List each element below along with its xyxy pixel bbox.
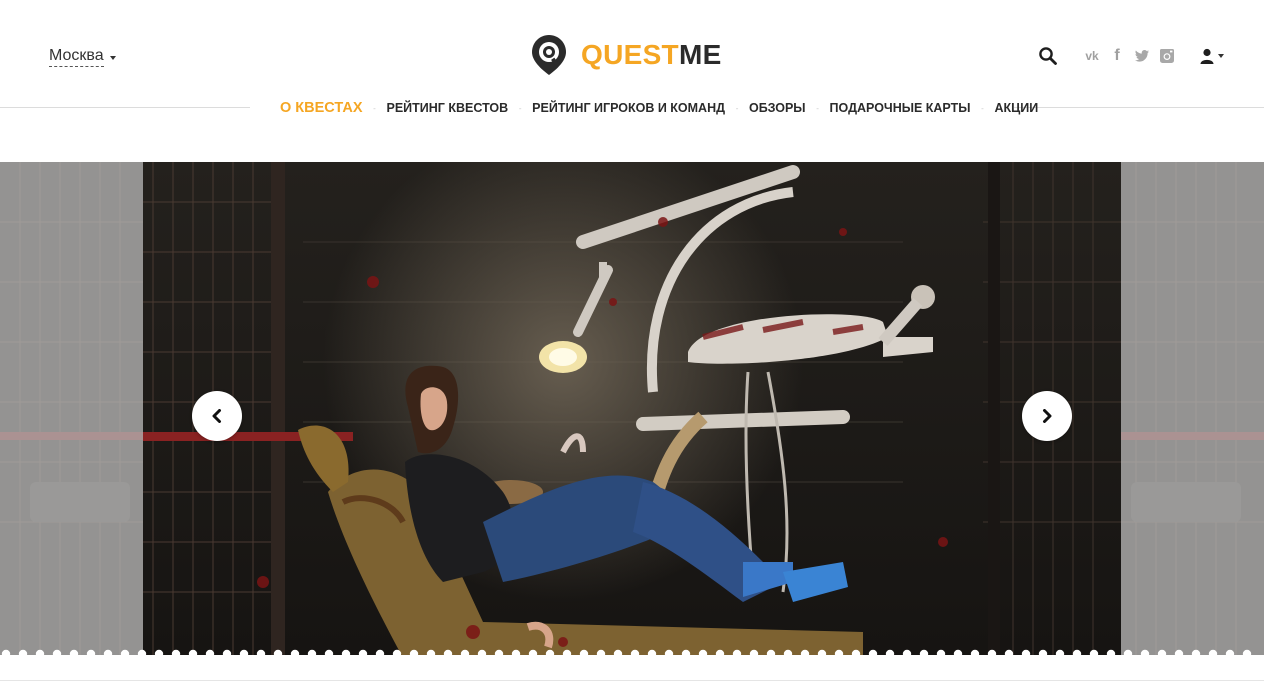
site-header: Москва QUESTME vk f О КВЕСТАХ - РЕЙТИНГ … [0,0,1264,162]
city-label[interactable]: Москва [49,47,104,67]
header-actions: vk f [1038,45,1224,67]
nav-item-about-quests[interactable]: О квестах [280,100,363,116]
social-links: vk f [1084,47,1184,64]
nav-separator: - [735,103,739,113]
content-divider [0,680,1264,681]
chevron-right-icon [1043,409,1052,423]
slide-fade-overlay [1121,162,1264,658]
city-selector[interactable]: Москва [49,47,116,67]
nav-item-reviews[interactable]: Обзоры [749,101,806,115]
nav-item-promotions[interactable]: Акции [994,101,1038,115]
logo-part-quest: QUEST [581,39,679,70]
nav-item-quest-rating[interactable]: Рейтинг квестов [387,101,509,115]
nav-separator: - [981,103,984,113]
facebook-icon[interactable]: f [1109,47,1125,64]
nav-item-player-team-rating[interactable]: Рейтинг игроков и команд [532,101,725,115]
slide-preview-previous[interactable] [0,162,143,658]
twitter-icon[interactable] [1134,48,1150,64]
site-logo[interactable]: QUESTME [531,34,722,76]
chevron-left-icon [212,409,221,423]
nav-separator: - [373,103,376,113]
map-pin-logo-icon [532,35,566,75]
instagram-icon[interactable] [1159,48,1175,64]
slide-fade-overlay [0,162,143,658]
search-icon[interactable] [1038,46,1058,66]
slider-next-button[interactable] [1022,391,1072,441]
nav-separator: - [518,103,522,113]
nav-item-gift-cards[interactable]: Подарочные карты [830,101,971,115]
logo-wordmark: QUESTME [581,37,722,73]
slider-perforated-edge [0,649,1264,661]
nav-separator: - [816,103,819,113]
slider-prev-button[interactable] [192,391,242,441]
vk-icon[interactable]: vk [1084,48,1100,64]
caret-down-icon [1218,54,1224,58]
nav-divider-left [0,107,250,108]
nav-divider-right [1014,107,1264,108]
caret-down-icon [109,55,116,60]
main-nav: О квестах - Рейтинг квестов - Рейтинг иг… [280,97,1038,119]
slide-current [143,162,1121,658]
hero-slider [0,162,1264,658]
user-icon[interactable] [1200,48,1214,64]
user-menu[interactable] [1200,48,1224,64]
logo-part-me: ME [678,39,722,70]
horror-dental-room-photo [143,162,1121,658]
slide-preview-next[interactable] [1121,162,1264,658]
